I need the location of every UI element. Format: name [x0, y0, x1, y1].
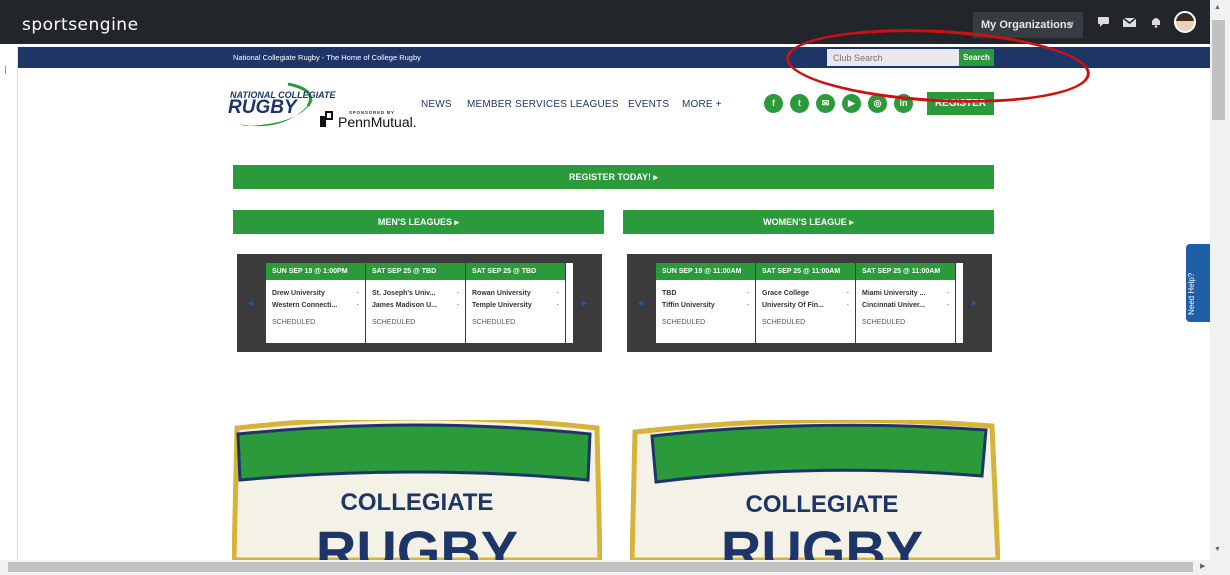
game-status: SCHEDULED	[762, 319, 806, 326]
linkedin-icon[interactable]: in	[894, 94, 913, 113]
sponsor-name: PennMutual.	[338, 114, 417, 130]
score: -	[946, 302, 949, 309]
game-status: SCHEDULED	[662, 319, 706, 326]
game-card[interactable]: SUN SEP 19 @ 11:00AM TBD - Tiffin Univer…	[656, 263, 755, 343]
brand-line-2[interactable]: RUGBY	[228, 97, 297, 119]
site-tagline: National Collegiate Rugby - The Home of …	[233, 53, 421, 62]
scroll-up-icon[interactable]: ▲	[1214, 4, 1221, 11]
team-1: TBD	[662, 290, 677, 297]
team-1: Grace College	[762, 290, 810, 297]
bell-icon[interactable]	[1149, 16, 1163, 28]
score: -	[556, 302, 559, 309]
team-2: Western Connecti...	[272, 302, 338, 309]
score: -	[456, 302, 459, 309]
score: -	[846, 302, 849, 309]
twitter-icon[interactable]: t	[790, 94, 809, 113]
nav-member-services[interactable]: MEMBER SERVICES	[467, 99, 567, 110]
avatar[interactable]	[1174, 11, 1196, 33]
team-1: Drew University	[272, 290, 325, 297]
game-date: SAT SEP 25 @ TBD	[366, 263, 465, 280]
game-date: SAT SEP 25 @ 11:00AM	[756, 263, 855, 280]
my-organizations-dropdown[interactable]: My Organizations ∨	[973, 12, 1083, 38]
womens-carousel-prev[interactable]: ◂	[638, 298, 643, 309]
game-card-partial[interactable]	[566, 263, 573, 343]
mens-leagues-banner[interactable]: MEN'S LEAGUES ▸	[233, 210, 604, 234]
game-status: SCHEDULED	[272, 319, 316, 326]
logo-word-2: RUGBY	[316, 519, 518, 560]
mail-icon[interactable]	[1123, 16, 1137, 28]
nav-news[interactable]: NEWS	[421, 99, 452, 110]
score: -	[946, 290, 949, 297]
game-date: SUN SEP 19 @ 11:00AM	[656, 263, 755, 280]
team-2: Tiffin University	[662, 302, 715, 309]
game-status: SCHEDULED	[472, 319, 516, 326]
nav-leagues[interactable]: LEAGUES	[570, 99, 619, 110]
score: -	[356, 290, 359, 297]
horizontal-scrollbar-thumb[interactable]	[8, 562, 1193, 572]
register-button[interactable]: REGISTER	[927, 92, 994, 115]
register-today-banner[interactable]: REGISTER TODAY! ▸	[233, 165, 994, 189]
youtube-icon[interactable]: ▶	[842, 94, 861, 113]
site-header-bar	[18, 47, 1210, 68]
game-date: SAT SEP 25 @ TBD	[466, 263, 565, 280]
mens-carousel-prev[interactable]: ◂	[248, 298, 253, 309]
game-status: SCHEDULED	[862, 319, 906, 326]
game-card[interactable]: SAT SEP 25 @ TBD Rowan University - Temp…	[466, 263, 565, 343]
score: -	[356, 302, 359, 309]
game-card-partial[interactable]	[956, 263, 963, 343]
score: -	[746, 302, 749, 309]
team-2: Cincinnati Univer...	[862, 302, 926, 309]
game-card[interactable]: SAT SEP 25 @ 11:00AM Miami University ..…	[856, 263, 955, 343]
collegiate-rugby-shield-right[interactable]: COLLEGIATE RUGBY	[630, 420, 1000, 560]
left-strip-mark	[5, 66, 6, 74]
team-2: University Of Fin...	[762, 302, 824, 309]
chevron-down-icon: ∨	[1066, 19, 1075, 31]
mens-carousel-next[interactable]: ▸	[582, 298, 587, 309]
game-card[interactable]: SUN SEP 19 @ 1:00PM Drew University - We…	[266, 263, 365, 343]
nav-events[interactable]: EVENTS	[628, 99, 669, 110]
team-1: St. Joseph's Univ...	[372, 290, 436, 297]
logo-word-1: COLLEGIATE	[746, 491, 899, 518]
collegiate-rugby-shield-left[interactable]: COLLEGIATE RUGBY	[232, 420, 602, 560]
score: -	[746, 290, 749, 297]
my-organizations-label: My Organizations	[981, 19, 1073, 31]
womens-league-banner[interactable]: WOMEN'S LEAGUE ▸	[623, 210, 994, 234]
game-status: SCHEDULED	[372, 319, 416, 326]
logo-word-1: COLLEGIATE	[341, 489, 494, 516]
game-date: SAT SEP 25 @ 11:00AM	[856, 263, 955, 280]
womens-carousel-next[interactable]: ▸	[972, 298, 977, 309]
need-help-label: Need Help?	[1187, 272, 1196, 315]
pennmutual-logo-icon	[320, 111, 333, 127]
club-search-button[interactable]: Search	[959, 49, 994, 66]
scroll-right-icon[interactable]: ▶	[1200, 562, 1205, 570]
nav-more[interactable]: MORE +	[682, 99, 722, 110]
club-search-input[interactable]	[827, 49, 959, 66]
chat-icon[interactable]	[1098, 16, 1112, 28]
score: -	[846, 290, 849, 297]
team-2: James Madison U...	[372, 302, 437, 309]
team-2: Temple University	[472, 302, 532, 309]
game-date: SUN SEP 19 @ 1:00PM	[266, 263, 365, 280]
team-1: Rowan University	[472, 290, 531, 297]
vertical-scrollbar-thumb[interactable]	[1212, 20, 1225, 120]
email-icon[interactable]: ✉	[816, 94, 835, 113]
instagram-icon[interactable]: ◎	[868, 94, 887, 113]
left-side-strip	[0, 47, 18, 575]
score: -	[456, 290, 459, 297]
score: -	[556, 290, 559, 297]
logo-word-2: RUGBY	[721, 519, 923, 560]
facebook-icon[interactable]: f	[764, 94, 783, 113]
sportsengine-logo[interactable]: sportsengine	[22, 15, 139, 35]
game-card[interactable]: SAT SEP 25 @ 11:00AM Grace College - Uni…	[756, 263, 855, 343]
game-card[interactable]: SAT SEP 25 @ TBD St. Joseph's Univ... - …	[366, 263, 465, 343]
team-1: Miami University ...	[862, 290, 926, 297]
scroll-down-icon[interactable]: ▼	[1214, 546, 1221, 553]
